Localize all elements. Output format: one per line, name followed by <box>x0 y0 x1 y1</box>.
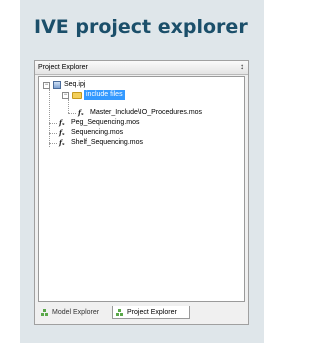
tree-node-file[interactable]: Peg_Sequencing.mos <box>71 118 140 128</box>
panel-title: Project Explorer <box>38 64 88 71</box>
project-tree[interactable]: − Seq.ipj − include files fₓ Master_Incl… <box>38 76 245 302</box>
tree-node-project[interactable]: Seq.ipj <box>64 80 85 90</box>
function-icon: fₓ <box>59 138 65 147</box>
card: IVE project explorer Project Explorer ↕ … <box>20 0 264 343</box>
tree-icon <box>116 309 124 316</box>
folder-icon <box>72 92 82 99</box>
tab-label: Project Explorer <box>127 309 177 316</box>
collapse-toggle[interactable]: − <box>43 82 50 89</box>
tree-node-file[interactable]: Sequencing.mos <box>71 128 123 138</box>
tab-project-explorer[interactable]: Project Explorer <box>112 306 190 319</box>
project-explorer-panel: Project Explorer ↕ − Seq.ipj − include f… <box>34 60 249 325</box>
tree-connector <box>49 133 57 134</box>
collapse-toggle[interactable]: − <box>62 92 69 99</box>
pin-icon[interactable]: ↕ <box>240 61 244 73</box>
tree-connector <box>49 143 57 144</box>
tab-model-explorer[interactable]: Model Explorer <box>38 306 110 319</box>
tree-icon <box>41 309 49 316</box>
panel-header: Project Explorer ↕ <box>35 61 248 75</box>
tree-connector <box>68 99 69 113</box>
tree-node-file[interactable]: Shelf_Sequencing.mos <box>71 138 143 148</box>
explorer-tab-bar: Model Explorer Project Explorer <box>35 304 248 324</box>
tree-node-file[interactable]: Master_Include\IO_Procedures.mos <box>90 108 202 118</box>
page-title: IVE project explorer <box>34 16 248 38</box>
tree-connector <box>49 89 50 147</box>
tree-node-folder[interactable]: include files <box>84 90 125 100</box>
function-icon: fₓ <box>59 118 65 127</box>
project-icon <box>53 81 61 89</box>
tab-label: Model Explorer <box>52 309 100 316</box>
function-icon: fₓ <box>59 128 65 137</box>
tree-connector <box>68 113 76 114</box>
function-icon: fₓ <box>78 108 84 117</box>
tree-connector <box>49 123 57 124</box>
